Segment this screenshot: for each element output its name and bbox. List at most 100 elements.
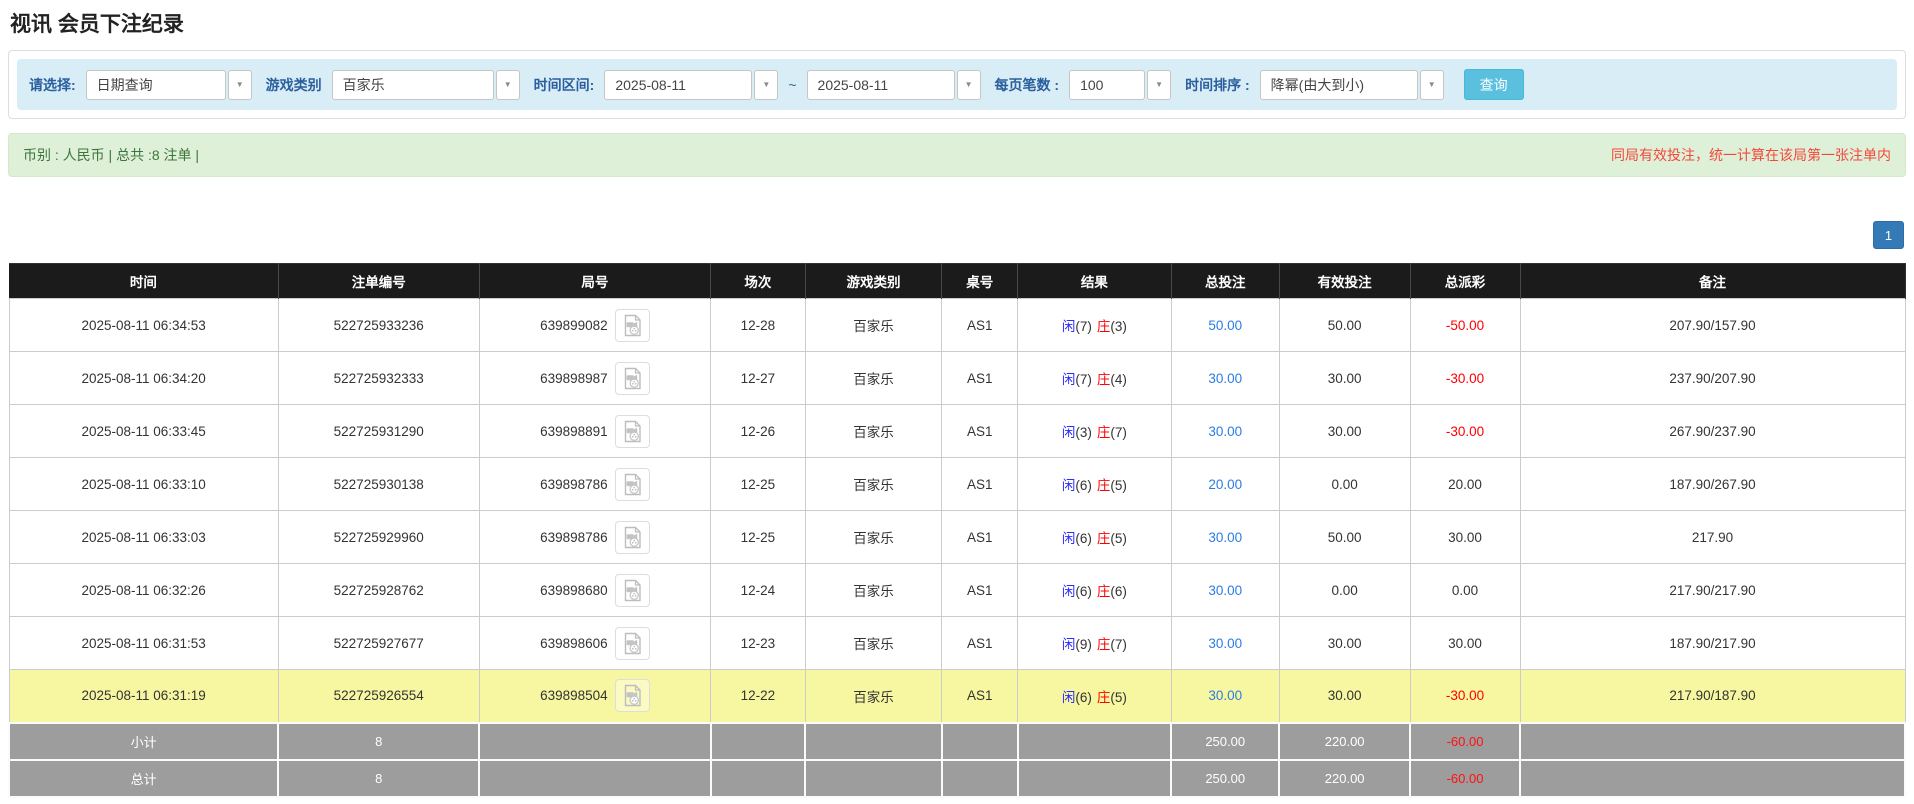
cell-session: 12-22 bbox=[711, 670, 806, 723]
chevron-down-icon[interactable]: ▼ bbox=[957, 70, 981, 100]
result-banker-label: 庄 bbox=[1097, 319, 1111, 334]
round-video-button[interactable] bbox=[615, 627, 650, 660]
time-sort-value[interactable]: 降幂(由大到小) bbox=[1260, 70, 1418, 100]
result-banker-points: (5) bbox=[1110, 478, 1127, 493]
game-type-combo: 百家乐 ▼ bbox=[332, 70, 520, 100]
cell-game-type: 百家乐 bbox=[805, 458, 942, 511]
total-bet-link[interactable]: 50.00 bbox=[1208, 318, 1242, 333]
result-banker-label: 庄 bbox=[1097, 637, 1111, 652]
footer-total-bet: 250.00 bbox=[1171, 723, 1279, 760]
round-cell: 639899082 bbox=[484, 309, 706, 342]
result-player-points: (7) bbox=[1075, 319, 1092, 334]
video-record-icon bbox=[622, 473, 643, 496]
cell-result: 闲(9)庄(7) bbox=[1018, 617, 1172, 670]
total-bet-link[interactable]: 30.00 bbox=[1208, 636, 1242, 651]
date-to-value[interactable]: 2025-08-11 bbox=[807, 70, 955, 100]
result-player-label: 闲 bbox=[1062, 319, 1076, 334]
cell-remark: 267.90/237.90 bbox=[1520, 405, 1905, 458]
total-bet-link[interactable]: 30.00 bbox=[1208, 424, 1242, 439]
filter-bar: 请选择: 日期查询 ▼ 游戏类别 百家乐 ▼ 时间区间: 2025-08-11 … bbox=[17, 59, 1897, 110]
cell-session: 12-24 bbox=[711, 564, 806, 617]
cell-time: 2025-08-11 06:31:19 bbox=[9, 670, 278, 723]
footer-empty-session bbox=[711, 760, 806, 797]
cell-result: 闲(7)庄(3) bbox=[1018, 299, 1172, 352]
cell-game-type: 百家乐 bbox=[805, 564, 942, 617]
chevron-down-icon[interactable]: ▼ bbox=[228, 70, 252, 100]
currency-total-text: 币别 : 人民币 | 总共 :8 注单 | bbox=[23, 145, 199, 165]
cell-remark: 187.90/217.90 bbox=[1520, 617, 1905, 670]
cell-time: 2025-08-11 06:33:45 bbox=[9, 405, 278, 458]
result-player-label: 闲 bbox=[1062, 584, 1076, 599]
cell-round-no: 639898504 bbox=[479, 670, 710, 723]
footer-empty-round bbox=[479, 760, 710, 797]
chevron-down-icon[interactable]: ▼ bbox=[1147, 70, 1171, 100]
date-from-value[interactable]: 2025-08-11 bbox=[604, 70, 752, 100]
footer-empty-game bbox=[805, 723, 942, 760]
cell-session: 12-26 bbox=[711, 405, 806, 458]
cell-table-no: AS1 bbox=[942, 458, 1018, 511]
result-player-label: 闲 bbox=[1062, 531, 1076, 546]
total-bet-link[interactable]: 30.00 bbox=[1208, 688, 1242, 703]
page-1-button[interactable]: 1 bbox=[1873, 221, 1904, 249]
cell-total-bet: 30.00 bbox=[1171, 511, 1279, 564]
chevron-down-icon[interactable]: ▼ bbox=[1420, 70, 1444, 100]
footer-label: 总计 bbox=[9, 760, 278, 797]
round-video-button[interactable] bbox=[615, 309, 650, 342]
search-button[interactable]: 查询 bbox=[1464, 69, 1524, 100]
column-header-8: 有效投注 bbox=[1279, 264, 1410, 299]
chevron-down-icon[interactable]: ▼ bbox=[754, 70, 778, 100]
cell-valid-bet: 30.00 bbox=[1279, 405, 1410, 458]
total-bet-link[interactable]: 20.00 bbox=[1208, 477, 1242, 492]
cell-game-type: 百家乐 bbox=[805, 617, 942, 670]
round-video-button[interactable] bbox=[615, 415, 650, 448]
time-sort-combo: 降幂(由大到小) ▼ bbox=[1260, 70, 1444, 100]
table-row: 2025-08-11 06:33:03522725929960639898786… bbox=[9, 511, 1905, 564]
round-no-text: 639898987 bbox=[540, 371, 608, 386]
result-player-points: (6) bbox=[1075, 584, 1092, 599]
round-video-button[interactable] bbox=[615, 574, 650, 607]
column-header-1: 注单编号 bbox=[278, 264, 479, 299]
cell-session: 12-25 bbox=[711, 511, 806, 564]
query-type-value[interactable]: 日期查询 bbox=[86, 70, 226, 100]
cell-round-no: 639899082 bbox=[479, 299, 710, 352]
total-bet-link[interactable]: 30.00 bbox=[1208, 530, 1242, 545]
footer-empty-round bbox=[479, 723, 710, 760]
cell-table-no: AS1 bbox=[942, 564, 1018, 617]
result-banker-points: (5) bbox=[1110, 531, 1127, 546]
footer-payout: -60.00 bbox=[1410, 723, 1520, 760]
round-video-button[interactable] bbox=[615, 679, 650, 712]
video-record-icon bbox=[622, 579, 643, 602]
total-bet-link[interactable]: 30.00 bbox=[1208, 371, 1242, 386]
per-page-label: 每页笔数 : bbox=[995, 75, 1060, 95]
result-banker-points: (7) bbox=[1110, 425, 1127, 440]
total-bet-link[interactable]: 30.00 bbox=[1208, 583, 1242, 598]
cell-payout: 20.00 bbox=[1410, 458, 1520, 511]
result-player-points: (6) bbox=[1075, 690, 1092, 705]
cell-remark: 217.90/187.90 bbox=[1520, 670, 1905, 723]
round-video-button[interactable] bbox=[615, 521, 650, 554]
cell-remark: 187.90/267.90 bbox=[1520, 458, 1905, 511]
table-footer-row: 总计8250.00220.00-60.00 bbox=[9, 760, 1905, 797]
video-record-icon bbox=[622, 367, 643, 390]
cell-payout: -30.00 bbox=[1410, 352, 1520, 405]
per-page-value[interactable]: 100 bbox=[1069, 70, 1145, 100]
cell-table-no: AS1 bbox=[942, 405, 1018, 458]
bet-records-table: 时间注单编号局号场次游戏类别桌号结果总投注有效投注总派彩备注 2025-08-1… bbox=[8, 263, 1906, 798]
round-no-text: 639898680 bbox=[540, 583, 608, 598]
cell-time: 2025-08-11 06:34:53 bbox=[9, 299, 278, 352]
result-banker-label: 庄 bbox=[1097, 584, 1111, 599]
round-video-button[interactable] bbox=[615, 468, 650, 501]
chevron-down-icon[interactable]: ▼ bbox=[496, 70, 520, 100]
cell-total-bet: 30.00 bbox=[1171, 352, 1279, 405]
cell-table-no: AS1 bbox=[942, 299, 1018, 352]
round-video-button[interactable] bbox=[615, 362, 650, 395]
cell-bet-no: 522725931290 bbox=[278, 405, 479, 458]
table-header-row: 时间注单编号局号场次游戏类别桌号结果总投注有效投注总派彩备注 bbox=[9, 264, 1905, 299]
pagination: 1 bbox=[8, 221, 1904, 249]
game-type-value[interactable]: 百家乐 bbox=[332, 70, 494, 100]
game-type-label: 游戏类别 bbox=[266, 75, 322, 95]
cell-game-type: 百家乐 bbox=[805, 405, 942, 458]
round-cell: 639898786 bbox=[484, 521, 706, 554]
cell-game-type: 百家乐 bbox=[805, 511, 942, 564]
cell-bet-no: 522725927677 bbox=[278, 617, 479, 670]
